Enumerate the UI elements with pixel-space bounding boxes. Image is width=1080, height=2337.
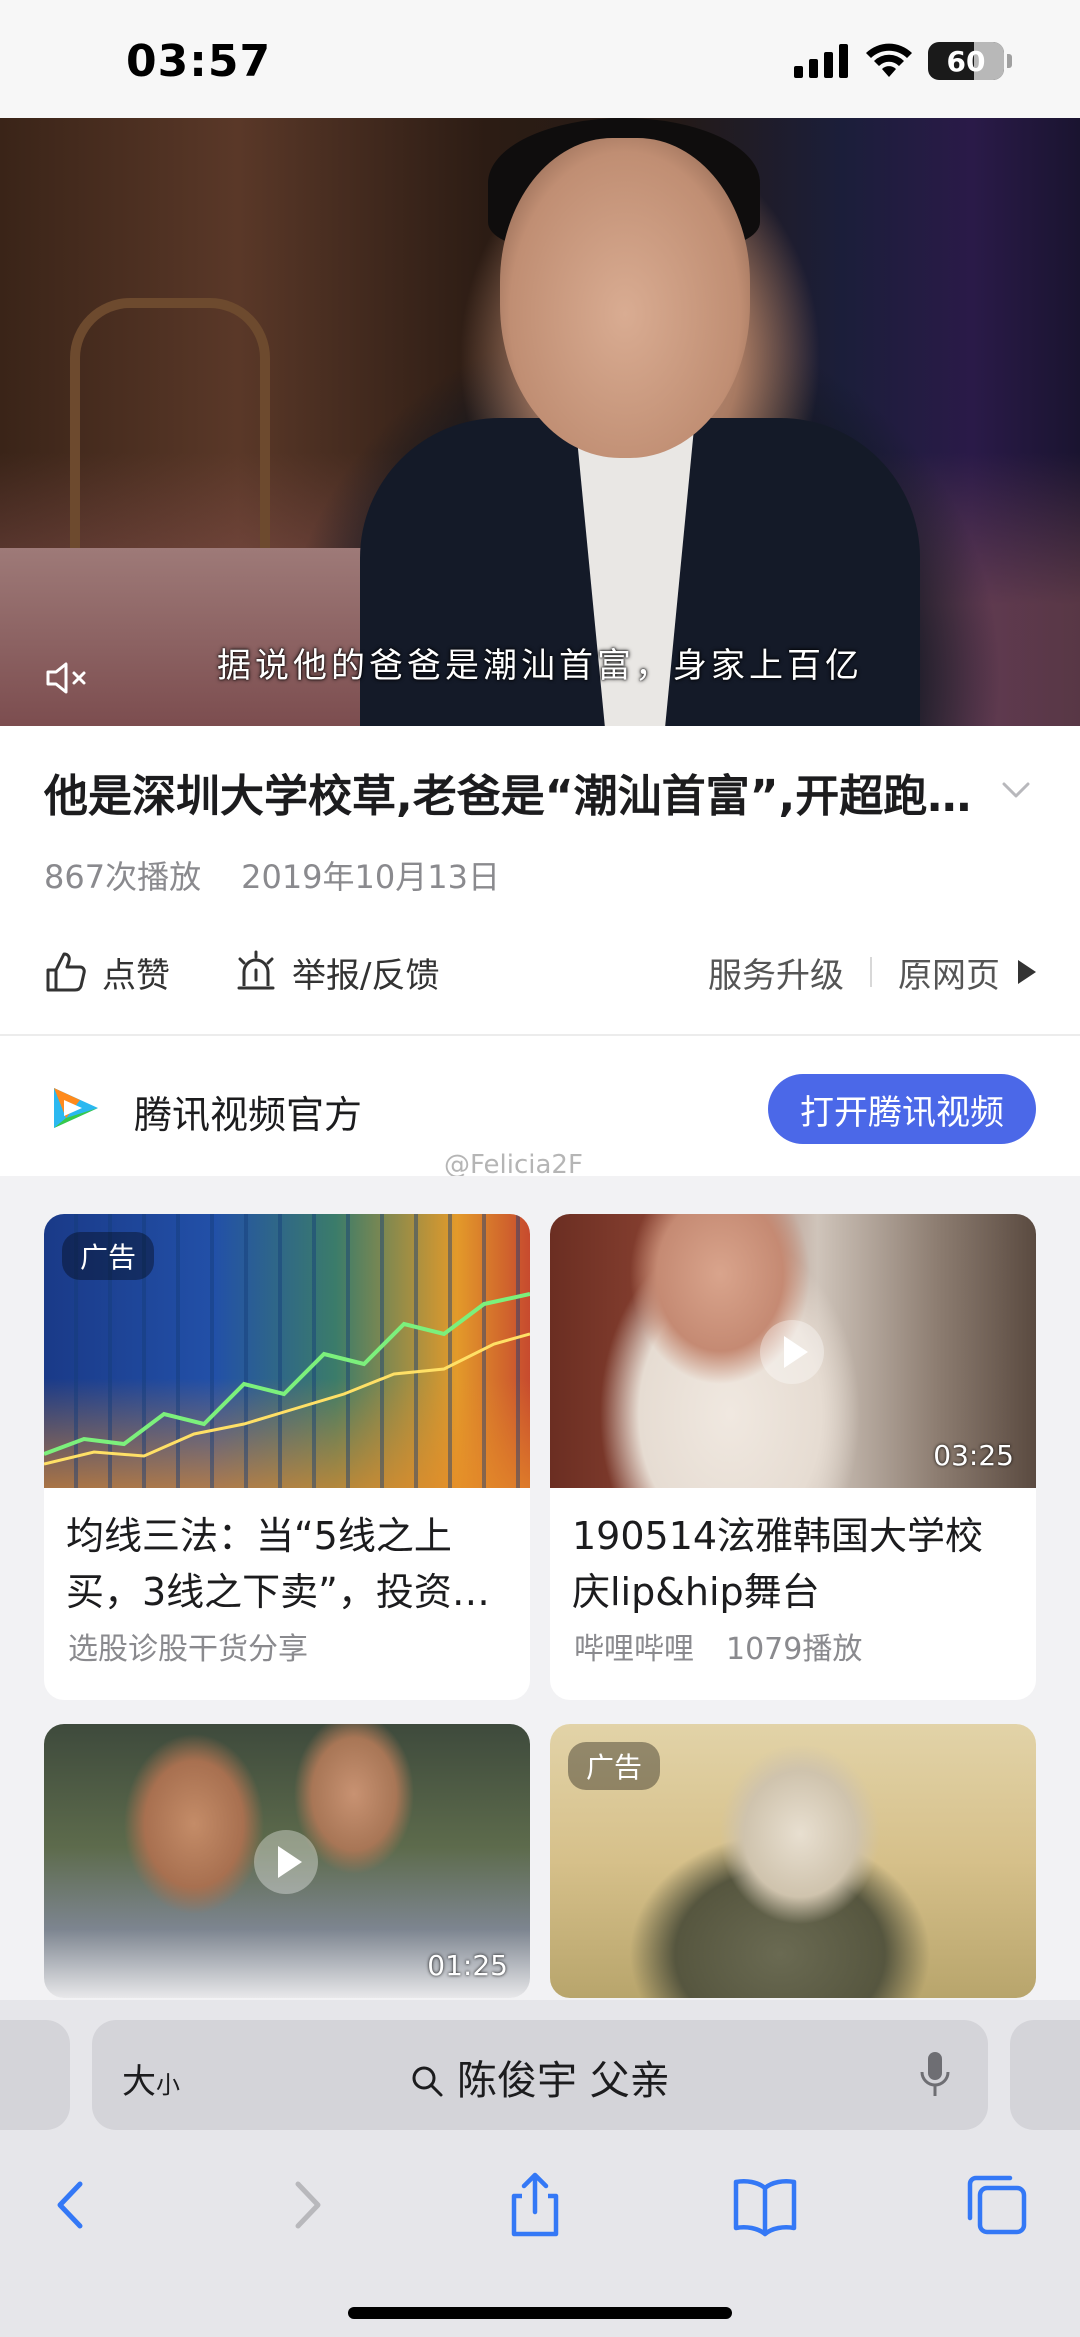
book-icon[interactable] (730, 2170, 800, 2240)
card-title: 均线三法：当“5线之上买，3线之下卖”，投资… (66, 1514, 490, 1614)
play-icon[interactable] (254, 1830, 318, 1894)
forward-arrow-icon[interactable] (270, 2170, 340, 2240)
like-button[interactable]: 点赞 (44, 948, 170, 997)
stock-chart-graphic (44, 1292, 530, 1466)
video-title: 他是深圳大学校草,老爸是“潮汕首富”,开超跑… (44, 771, 972, 822)
address-text[interactable]: 陈俊宇 父亲 (92, 2048, 988, 2106)
video-duration: 03:25 (933, 1439, 1014, 1472)
feed-card[interactable]: 广告 (550, 1724, 1036, 1998)
video-subtitle: 据说他的爸爸是潮汕首富，身家上百亿 (217, 646, 863, 686)
card-source: 哔哩哔哩 (574, 1632, 694, 1667)
card-meta: 哔哩哔哩 1079播放 (550, 1620, 1036, 1700)
previous-tab-preview[interactable] (0, 2020, 70, 2130)
open-app-button[interactable]: 打开腾讯视频 (768, 1074, 1036, 1144)
browser-bottom-bar: 大小 陈俊宇 父亲 (0, 2000, 1080, 2337)
status-bar: 03:57 60 (0, 0, 1080, 118)
cellular-signal-icon (794, 44, 848, 78)
mute-icon[interactable] (44, 658, 92, 698)
address-bar[interactable]: 大小 陈俊宇 父亲 (92, 2020, 988, 2130)
recommendation-feed: 广告 均线三法：当“5线之上买，3线之下卖”，投资… 选股诊股干货分享 03:2… (0, 1176, 1080, 2000)
original-page-link[interactable]: 原网页 (898, 948, 1000, 997)
share-icon[interactable] (500, 2170, 570, 2240)
video-meta: 867次播放 2019年10月13日 (44, 852, 500, 898)
ad-tag: 广告 (62, 1232, 155, 1280)
next-tab-preview[interactable] (1010, 2020, 1080, 2130)
battery-indicator: 60 (928, 42, 1012, 80)
back-arrow-icon[interactable] (38, 2170, 108, 2240)
card-meta: 选股诊股干货分享 (44, 1620, 530, 1700)
browser-toolbar (0, 2160, 1080, 2260)
card-thumbnail: 广告 (550, 1724, 1036, 1998)
play-arrow-icon (1018, 960, 1036, 984)
service-upgrade-link[interactable]: 服务升级 (708, 948, 844, 997)
view-count: 867次播放 (44, 858, 202, 896)
feed-card[interactable]: 广告 均线三法：当“5线之上买，3线之下卖”，投资… 选股诊股干货分享 (44, 1214, 530, 1700)
like-label: 点赞 (102, 955, 170, 996)
action-row: 点赞 举报/反馈 服务升级 原网页 (44, 942, 1036, 1002)
battery-level: 60 (946, 44, 986, 78)
search-query: 陈俊宇 父亲 (457, 2058, 670, 2104)
video-player[interactable]: 据说他的爸爸是潮汕首富，身家上百亿 (0, 118, 1080, 726)
report-label: 举报/反馈 (292, 955, 440, 996)
microphone-icon[interactable] (918, 2050, 952, 2100)
alarm-icon (237, 950, 275, 990)
card-title: 190514泫雅韩国大学校庆lip&hip舞台 (572, 1514, 984, 1614)
channel-name: 腾讯视频官方 (134, 1093, 363, 1137)
tabs-icon[interactable] (962, 2170, 1032, 2240)
home-indicator (348, 2307, 732, 2319)
chevron-down-icon[interactable] (998, 772, 1034, 808)
card-thumbnail: 01:25 (44, 1724, 530, 1998)
report-button[interactable]: 举报/反馈 (234, 948, 439, 997)
tencent-video-logo (54, 1088, 98, 1128)
publish-date: 2019年10月13日 (241, 858, 500, 896)
status-time: 03:57 (126, 36, 272, 87)
play-icon[interactable] (760, 1320, 824, 1384)
thumbs-up-icon (46, 952, 86, 992)
feed-card[interactable]: 01:25 (44, 1724, 530, 1998)
ad-tag: 广告 (568, 1742, 661, 1790)
card-thumbnail: 03:25 (550, 1214, 1036, 1488)
card-source: 选股诊股干货分享 (68, 1632, 308, 1667)
status-icons: 60 (794, 42, 1012, 80)
video-duration: 01:25 (427, 1949, 508, 1982)
feed-card[interactable]: 03:25 190514泫雅韩国大学校庆lip&hip舞台 哔哩哔哩 1079播… (550, 1214, 1036, 1700)
wifi-icon (866, 43, 912, 77)
card-thumbnail: 广告 (44, 1214, 530, 1488)
card-plays: 1079播放 (726, 1632, 863, 1667)
video-title-row[interactable]: 他是深圳大学校草,老爸是“潮汕首富”,开超跑… (44, 760, 1034, 822)
search-icon (412, 2066, 443, 2097)
